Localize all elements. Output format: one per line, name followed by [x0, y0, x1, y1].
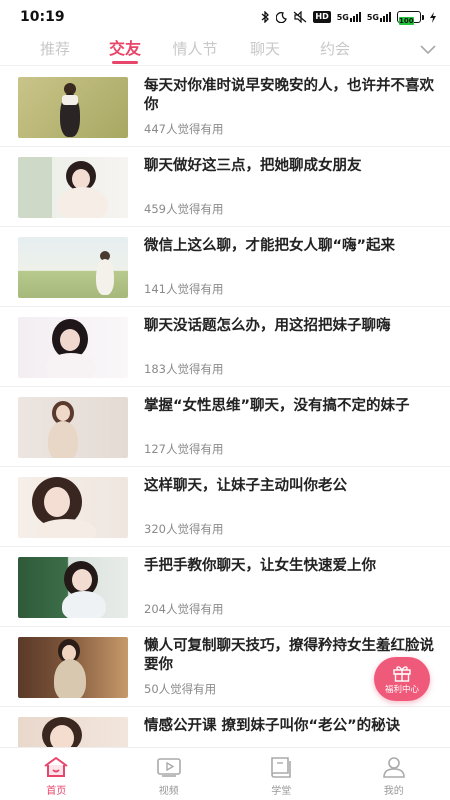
nav-profile[interactable]: 我的	[338, 748, 450, 800]
user-icon	[382, 757, 405, 778]
useful-count: 141人觉得有用	[144, 282, 224, 296]
nav-home[interactable]: 首页	[0, 748, 113, 800]
bluetooth-icon	[261, 11, 270, 23]
article-item[interactable]: 手把手教你聊天，让女生快速爱上你 204人觉得有用	[0, 547, 450, 627]
article-thumbnail	[18, 477, 128, 538]
nav-home-label: 首页	[46, 786, 67, 797]
book-icon	[271, 757, 292, 778]
article-thumbnail	[18, 317, 128, 378]
article-thumbnail	[18, 557, 128, 618]
article-item[interactable]: 掌握“女性思维”聊天，没有搞不定的妹子 127人觉得有用	[0, 387, 450, 467]
article-title: 每天对你准时说早安晚安的人，也许并不喜欢你	[144, 78, 434, 113]
article-item[interactable]: 每天对你准时说早安晚安的人，也许并不喜欢你 447人觉得有用	[0, 67, 450, 147]
useful-count: 50人觉得有用	[144, 682, 217, 696]
network-type-1: 5G	[336, 13, 349, 22]
moon-icon	[276, 11, 288, 23]
useful-count: 127人觉得有用	[144, 442, 224, 456]
tab-date[interactable]: 约会	[300, 34, 370, 66]
article-item[interactable]: 这样聊天，让妹子主动叫你老公 320人觉得有用	[0, 467, 450, 547]
useful-count: 447人觉得有用	[144, 122, 224, 136]
home-icon	[44, 757, 68, 777]
useful-count: 459人觉得有用	[144, 202, 224, 216]
useful-count: 204人觉得有用	[144, 602, 224, 616]
bottom-nav: 首页 视频 学堂 我的	[0, 747, 450, 800]
network-type-2: 5G	[366, 13, 379, 22]
welfare-center-label: 福利中心	[384, 684, 419, 695]
article-title: 聊天做好这三点，把她聊成女朋友	[144, 158, 362, 174]
category-tabs: 推荐 交友 情人节 聊天 约会	[0, 34, 450, 66]
article-list: 每天对你准时说早安晚安的人，也许并不喜欢你 447人觉得有用 聊天做好这三点，把…	[0, 67, 450, 747]
nav-school-label: 学堂	[271, 786, 292, 797]
article-thumbnail	[18, 717, 128, 747]
article-title: 微信上这么聊，才能把女人聊“嗨”起来	[144, 238, 396, 254]
nav-school[interactable]: 学堂	[225, 748, 338, 800]
tab-chat[interactable]: 聊天	[230, 34, 300, 66]
tab-recommend[interactable]: 推荐	[20, 34, 90, 66]
status-icons: HD 5G 5G 100	[261, 11, 436, 25]
article-thumbnail	[18, 77, 128, 138]
article-thumbnail	[18, 397, 128, 458]
article-item[interactable]: 情感公开课 撩到妹子叫你“老公”的秘诀	[0, 707, 450, 747]
article-thumbnail	[18, 637, 128, 698]
status-time: 10:19	[20, 9, 65, 25]
nav-video-label: 视频	[158, 786, 179, 797]
battery-level: 100	[399, 17, 414, 25]
battery-icon: 100	[397, 11, 424, 25]
article-thumbnail	[18, 157, 128, 218]
article-item[interactable]: 聊天没话题怎么办，用这招把妹子聊嗨 183人觉得有用	[0, 307, 450, 387]
article-title: 掌握“女性思维”聊天，没有搞不定的妹子	[144, 398, 410, 414]
gift-icon	[393, 665, 411, 682]
useful-count: 183人觉得有用	[144, 362, 224, 376]
article-item[interactable]: 微信上这么聊，才能把女人聊“嗨”起来 141人觉得有用	[0, 227, 450, 307]
charging-icon	[430, 11, 436, 23]
video-icon	[156, 758, 181, 777]
tab-dating-friends[interactable]: 交友	[90, 34, 160, 66]
mute-icon	[293, 11, 307, 23]
signal-icon-1: 5G	[337, 12, 361, 22]
chevron-down-icon[interactable]	[420, 42, 436, 56]
article-title: 手把手教你聊天，让女生快速爱上你	[144, 558, 376, 574]
signal-icon-2: 5G	[367, 12, 391, 22]
article-thumbnail	[18, 237, 128, 298]
welfare-center-button[interactable]: 福利中心	[374, 657, 430, 701]
article-item[interactable]: 聊天做好这三点，把她聊成女朋友 459人觉得有用	[0, 147, 450, 227]
article-title: 这样聊天，让妹子主动叫你老公	[144, 478, 347, 494]
article-title: 聊天没话题怎么办，用这招把妹子聊嗨	[144, 318, 391, 334]
tab-valentines[interactable]: 情人节	[160, 34, 230, 66]
status-bar: 10:19 HD 5G 5G 100	[0, 0, 450, 34]
nav-profile-label: 我的	[383, 786, 404, 797]
nav-video[interactable]: 视频	[113, 748, 226, 800]
useful-count: 320人觉得有用	[144, 522, 224, 536]
article-title: 情感公开课 撩到妹子叫你“老公”的秘诀	[144, 718, 401, 734]
hd-badge: HD	[313, 11, 331, 23]
